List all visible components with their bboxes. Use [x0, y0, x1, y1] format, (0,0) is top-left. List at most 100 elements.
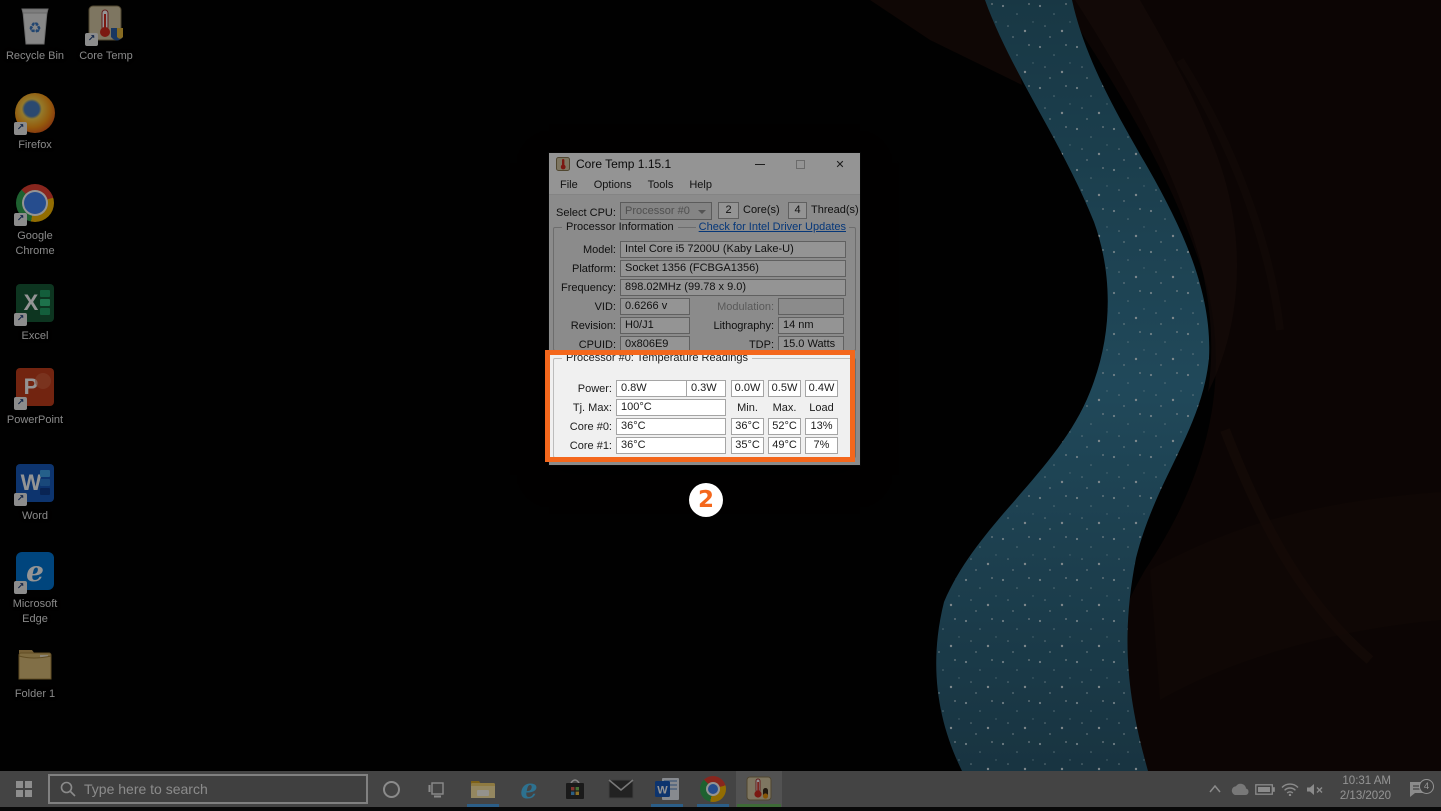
tjmax-label: Tj. Max:	[554, 402, 616, 414]
desktop-icon-label: PowerPoint	[0, 413, 70, 428]
menu-tools[interactable]: Tools	[640, 179, 682, 191]
taskbar-app-core-temp[interactable]	[736, 771, 782, 807]
tray-onedrive-button[interactable]	[1227, 771, 1252, 807]
platform-row: Platform: Socket 1356 (FCBGA1356)	[554, 260, 855, 277]
cpu-selector-dropdown[interactable]: Processor #0	[620, 202, 712, 220]
start-button[interactable]	[0, 771, 48, 807]
chevron-up-icon	[1209, 785, 1221, 793]
revision-label: Revision:	[554, 320, 620, 332]
core-temp-icon	[746, 776, 772, 802]
core1-label: Core #1:	[554, 440, 616, 452]
menu-file[interactable]: File	[552, 179, 586, 191]
edge-icon: e ↗	[14, 552, 56, 594]
chevron-down-icon	[698, 210, 706, 214]
core0-max-field: 52°C	[768, 418, 801, 435]
taskbar-app-word[interactable]: W	[644, 771, 690, 807]
model-row: Model: Intel Core i5 7200U (Kaby Lake-U)	[554, 241, 855, 258]
taskbar-app-chrome[interactable]	[690, 771, 736, 807]
core1-row: Core #1: 36°C 35°C 49°C 7%	[554, 437, 855, 454]
clock-time: 10:31 AM	[1327, 774, 1391, 789]
temperature-readings-group: Processor #0: Temperature Readings Power…	[553, 358, 856, 458]
cores-label: Core(s)	[743, 204, 780, 216]
menu-help[interactable]: Help	[681, 179, 720, 191]
desktop-icon-core-temp[interactable]: ↗ Core Temp	[71, 4, 141, 64]
taskbar: e W	[0, 771, 1441, 811]
platform-label: Platform:	[554, 263, 620, 275]
core-temp-icon: ↗	[85, 4, 127, 46]
intel-driver-updates-link[interactable]: Check for Intel Driver Updates	[696, 221, 849, 233]
desktop-icon-excel[interactable]: X ↗ Excel	[0, 282, 70, 344]
clock-date: 2/13/2020	[1327, 789, 1391, 804]
desktop-icon-google-chrome[interactable]: ↗ Google Chrome	[0, 182, 70, 259]
power-field-5: 0.4W	[805, 380, 838, 397]
power-row: Power: 0.8W 0.3W 0.0W 0.5W 0.4W	[554, 380, 855, 397]
select-cpu-label: Select CPU:	[556, 207, 614, 219]
menu-bar: File Options Tools Help	[549, 175, 860, 195]
task-view-button[interactable]	[414, 771, 460, 807]
action-center-button[interactable]: 4	[1397, 781, 1437, 798]
tray-chevron-up-button[interactable]	[1202, 771, 1227, 807]
cortana-button[interactable]	[368, 771, 414, 807]
desktop-icon-label: Folder 1	[0, 687, 70, 702]
power-field-package: 0.8W	[616, 380, 687, 397]
task-view-icon	[428, 780, 446, 798]
power-field-3: 0.0W	[731, 380, 764, 397]
maximize-button	[780, 153, 820, 175]
taskbar-app-file-explorer[interactable]	[460, 771, 506, 807]
desktop-icon-word[interactable]: W ↗ Word	[0, 462, 70, 524]
core0-load-field: 13%	[805, 418, 838, 435]
close-button[interactable]: ✕	[820, 153, 860, 175]
frequency-label: Frequency:	[554, 282, 620, 294]
core0-row: Core #0: 36°C 36°C 52°C 13%	[554, 418, 855, 435]
system-tray: 10:31 AM 2/13/2020 4	[1202, 771, 1441, 807]
taskbar-clock[interactable]: 10:31 AM 2/13/2020	[1327, 774, 1397, 804]
word-icon: W ↗	[14, 464, 56, 506]
desktop-icon-microsoft-edge[interactable]: e ↗ Microsoft Edge	[0, 550, 70, 627]
model-label: Model:	[554, 244, 620, 256]
desktop-icon-label: Excel	[0, 329, 70, 344]
active-app-indicator	[737, 804, 781, 807]
revision-row: Revision: H0/J1 Lithography: 14 nm	[554, 317, 855, 334]
taskbar-app-edge[interactable]: e	[506, 771, 552, 807]
lithography-field: 14 nm	[778, 317, 844, 334]
recycle-bin-icon: ♻	[14, 4, 56, 46]
desktop-icon-label: Microsoft Edge	[0, 597, 70, 627]
taskbar-app-store[interactable]	[552, 771, 598, 807]
core-temp-window: Core Temp 1.15.1 ✕ File Options Tools He…	[549, 153, 860, 465]
tray-volume-muted-button[interactable]	[1302, 771, 1327, 807]
menu-options[interactable]: Options	[586, 179, 640, 191]
cores-count-field: 2	[718, 202, 739, 219]
svg-text:♻: ♻	[28, 19, 41, 37]
desktop-icon-firefox[interactable]: ↗ Firefox	[0, 92, 70, 153]
desktop-icon-powerpoint[interactable]: P ↗ PowerPoint	[0, 366, 70, 428]
desktop-icon-recycle-bin[interactable]: ♻ Recycle Bin	[0, 4, 70, 64]
tray-wifi-button[interactable]	[1277, 771, 1302, 807]
firefox-icon: ↗	[14, 93, 56, 135]
search-input[interactable]	[84, 781, 324, 797]
minimize-button[interactable]	[740, 153, 780, 175]
open-app-indicator	[467, 804, 499, 807]
open-app-indicator	[697, 804, 729, 807]
window-titlebar[interactable]: Core Temp 1.15.1 ✕	[549, 153, 860, 175]
desktop-icon-label: Recycle Bin	[0, 49, 70, 64]
cpuid-label: CPUID:	[554, 339, 620, 351]
load-column-header: Load	[805, 402, 838, 414]
modulation-label: Modulation:	[690, 301, 778, 313]
cortana-icon	[383, 781, 400, 798]
excel-icon: X ↗	[14, 284, 56, 326]
taskbar-app-mail[interactable]	[598, 771, 644, 807]
power-field-4: 0.5W	[768, 380, 801, 397]
frequency-row: Frequency: 898.02MHz (99.78 x 9.0)	[554, 279, 855, 296]
threads-label: Thread(s)	[811, 204, 859, 216]
chrome-icon: ↗	[14, 184, 56, 226]
notification-count-badge: 4	[1419, 779, 1434, 794]
desktop-icon-folder-1[interactable]: Folder 1	[0, 642, 70, 702]
tray-battery-button[interactable]	[1252, 771, 1277, 807]
shortcut-arrow-icon: ↗	[14, 581, 27, 594]
windows-logo-icon	[16, 781, 32, 797]
taskbar-search[interactable]	[48, 774, 368, 804]
tjmax-field: 100°C	[616, 399, 726, 416]
desktop-screen: ♻ Recycle Bin ↗ Core Temp ↗ Firefox	[0, 0, 1441, 811]
platform-field: Socket 1356 (FCBGA1356)	[620, 260, 846, 277]
tdp-label: TDP:	[690, 339, 778, 351]
